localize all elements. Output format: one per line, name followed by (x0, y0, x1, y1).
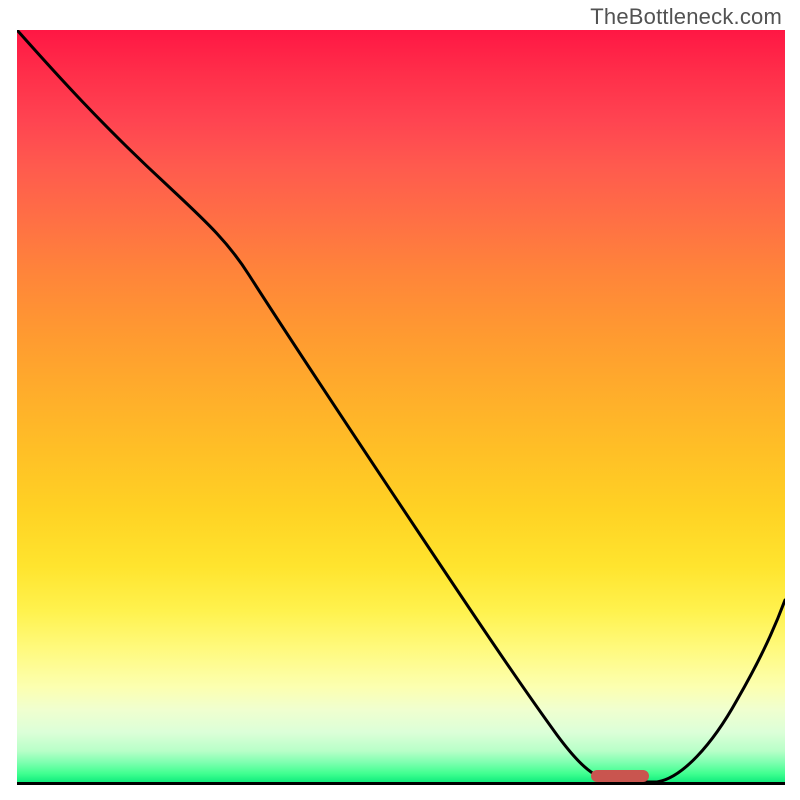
watermark-text: TheBottleneck.com (590, 4, 782, 30)
x-axis (17, 782, 785, 785)
chart-curve-layer (17, 30, 785, 785)
chart-plot-area (17, 30, 785, 785)
optimal-range-marker (591, 770, 649, 782)
bottleneck-curve (17, 30, 785, 782)
